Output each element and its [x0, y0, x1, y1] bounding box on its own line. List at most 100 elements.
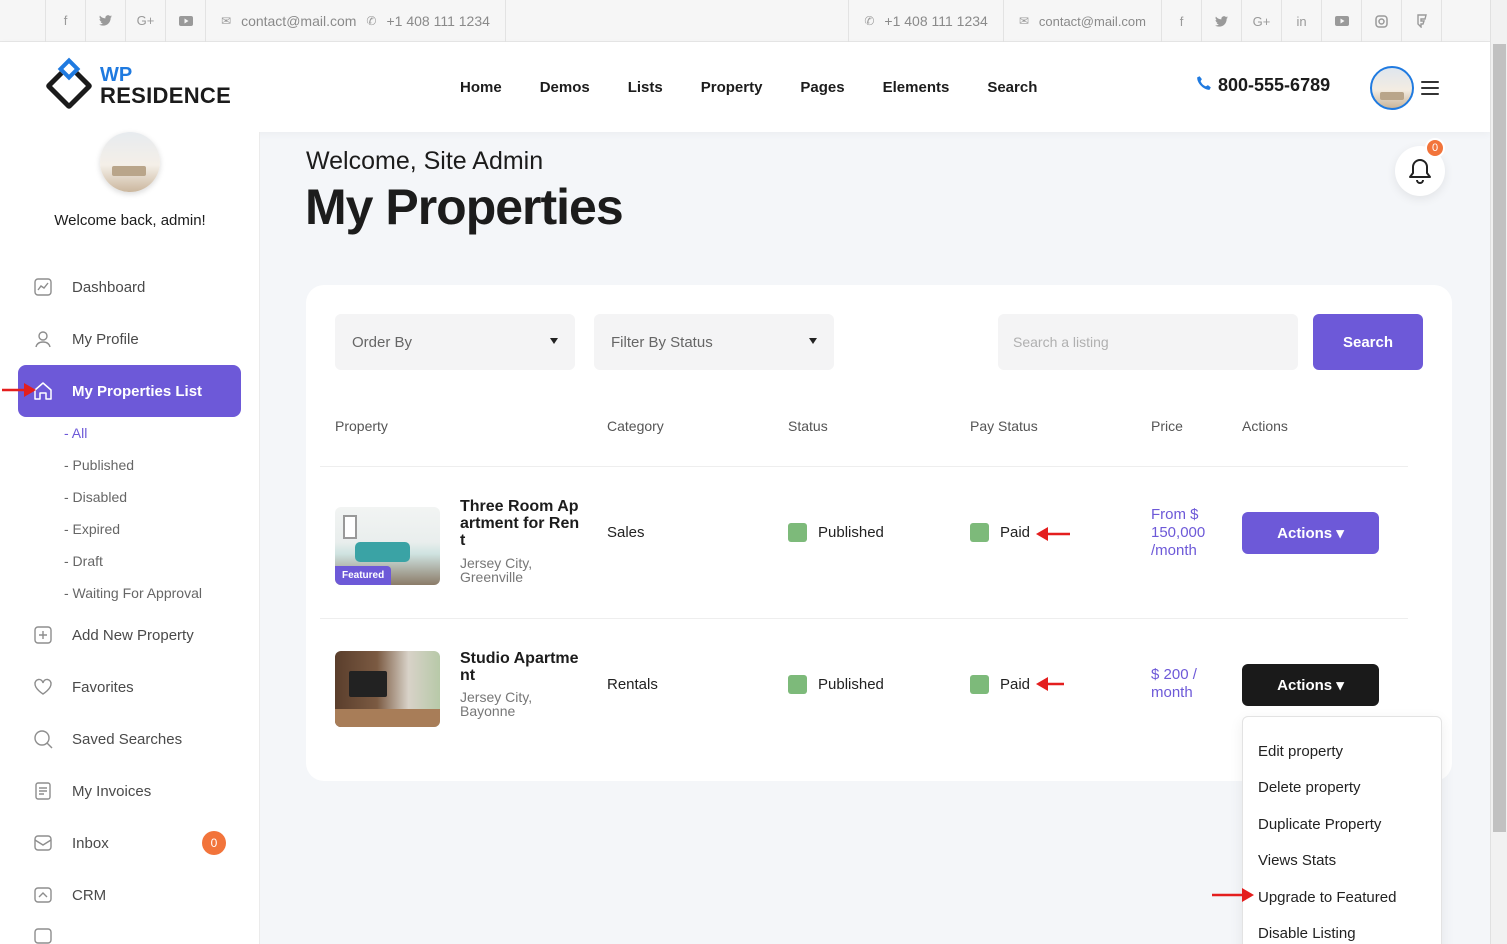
- nav-property[interactable]: Property: [682, 79, 782, 96]
- nav-search[interactable]: Search: [968, 79, 1056, 96]
- sidebar-item-partial[interactable]: [18, 921, 241, 944]
- site-header: WP RESIDENCE Home Demos Lists Property P…: [0, 42, 1490, 132]
- foursquare-icon[interactable]: [1402, 0, 1442, 42]
- search-button[interactable]: Search: [1313, 314, 1423, 370]
- col-pay-status: Pay Status: [970, 418, 1038, 434]
- sidebar-item-add-new-property[interactable]: Add New Property: [18, 609, 241, 661]
- nav-pages[interactable]: Pages: [781, 79, 863, 96]
- order-by-select[interactable]: Order By: [335, 314, 575, 370]
- heart-icon: [32, 676, 54, 698]
- status-label: Published: [818, 524, 884, 541]
- sidebar-item-label: My Profile: [72, 330, 139, 348]
- nav-home[interactable]: Home: [441, 79, 521, 96]
- property-thumbnail[interactable]: [335, 651, 440, 727]
- nav-elements[interactable]: Elements: [864, 79, 969, 96]
- google-plus-icon[interactable]: G+: [1242, 0, 1282, 42]
- sidebar-avatar: [100, 132, 160, 192]
- youtube-icon[interactable]: [1322, 0, 1362, 42]
- search-listing-input[interactable]: [998, 314, 1298, 370]
- facebook-icon[interactable]: f: [1162, 0, 1202, 42]
- twitter-icon[interactable]: [86, 0, 126, 42]
- col-property: Property: [335, 418, 388, 434]
- twitter-icon[interactable]: [1202, 0, 1242, 42]
- google-plus-icon[interactable]: G+: [126, 0, 166, 42]
- actions-button[interactable]: Actions ▾: [1242, 512, 1379, 554]
- phone-icon: [1196, 75, 1212, 96]
- submenu-published[interactable]: - Published: [64, 449, 241, 481]
- whatsapp-icon: ✆: [366, 13, 377, 28]
- scrollbar-thumb[interactable]: [1493, 44, 1506, 832]
- sidebar-item-crm[interactable]: CRM: [18, 869, 241, 921]
- property-title[interactable]: Three Room Apartment for Rent: [460, 498, 580, 549]
- submenu-expired[interactable]: - Expired: [64, 513, 241, 545]
- divider: [320, 618, 1408, 619]
- property-price: $ 200 / month: [1151, 666, 1197, 701]
- youtube-icon[interactable]: [166, 0, 206, 42]
- actions-button-open[interactable]: Actions ▾: [1242, 664, 1379, 706]
- sidebar-item-dashboard[interactable]: Dashboard: [18, 261, 241, 313]
- nav-demos[interactable]: Demos: [521, 79, 609, 96]
- property-location: Jersey City, Bayonne: [460, 689, 533, 719]
- property-price: From $ 150,000 /month: [1151, 506, 1206, 559]
- bell-icon: [1409, 159, 1431, 184]
- contact-email[interactable]: contact@mail.com: [241, 13, 356, 29]
- pay-status-indicator: [970, 675, 989, 694]
- crm-icon: [32, 884, 54, 906]
- submenu-draft[interactable]: - Draft: [64, 545, 241, 577]
- topbar-social-left: f G+ ✉ contact@mail.com ✆ +1 408 111 123…: [45, 0, 506, 42]
- nav-lists[interactable]: Lists: [609, 79, 682, 96]
- featured-badge: Featured: [335, 566, 392, 585]
- col-actions: Actions: [1242, 418, 1288, 434]
- menu-duplicate-property[interactable]: Duplicate Property: [1243, 806, 1441, 843]
- sidebar-item-my-properties-list[interactable]: My Properties List: [18, 365, 241, 417]
- submenu-disabled[interactable]: - Disabled: [64, 481, 241, 513]
- caret-down-icon: [550, 338, 558, 344]
- submenu-all[interactable]: - All: [64, 417, 241, 449]
- menu-disable-listing[interactable]: Disable Listing: [1243, 916, 1441, 944]
- sidebar-item-label: Inbox: [72, 834, 109, 852]
- sidebar-item-inbox[interactable]: Inbox 0: [18, 817, 241, 869]
- dashboard-icon: [32, 276, 54, 298]
- page-scrollbar[interactable]: [1490, 0, 1507, 944]
- menu-upgrade-featured[interactable]: Upgrade to Featured: [1243, 879, 1441, 916]
- linkedin-icon[interactable]: in: [1282, 0, 1322, 42]
- page-title: My Properties: [305, 179, 624, 235]
- status-indicator: [788, 675, 807, 694]
- sidebar-item-favorites[interactable]: Favorites: [18, 661, 241, 713]
- header-phone[interactable]: 800-555-6789: [1196, 75, 1330, 96]
- pay-status-indicator: [970, 523, 989, 542]
- pay-status: Paid: [970, 675, 1030, 694]
- contact-phone[interactable]: +1 408 111 1234: [386, 13, 489, 29]
- submenu-waiting-approval[interactable]: - Waiting For Approval: [64, 577, 241, 609]
- instagram-icon[interactable]: [1362, 0, 1402, 42]
- facebook-icon[interactable]: f: [46, 0, 86, 42]
- sidebar-item-saved-searches[interactable]: Saved Searches: [18, 713, 241, 765]
- col-status: Status: [788, 418, 828, 434]
- contact-phone-right[interactable]: +1 408 111 1234: [884, 13, 987, 29]
- property-title[interactable]: Studio Apartment: [460, 650, 580, 684]
- sidebar-item-my-invoices[interactable]: My Invoices: [18, 765, 241, 817]
- user-avatar[interactable]: [1370, 66, 1414, 110]
- logo[interactable]: WP RESIDENCE: [44, 57, 231, 111]
- top-bar: f G+ ✉ contact@mail.com ✆ +1 408 111 123…: [0, 0, 1490, 42]
- sidebar-item-my-profile[interactable]: My Profile: [18, 313, 241, 365]
- sidebar-item-label: Saved Searches: [72, 730, 183, 748]
- property-thumbnail[interactable]: Featured: [335, 507, 440, 585]
- topbar-social-right: ✆ +1 408 111 1234 ✉ contact@mail.com f G…: [848, 0, 1442, 42]
- menu-delete-property[interactable]: Delete property: [1243, 770, 1441, 807]
- inbox-count-badge: 0: [202, 831, 226, 855]
- menu-views-stats[interactable]: Views Stats: [1243, 843, 1441, 880]
- annotation-arrow: [1212, 888, 1254, 902]
- filter-status-select[interactable]: Filter By Status: [594, 314, 834, 370]
- pay-status-label: Paid: [1000, 524, 1031, 541]
- contact-email-right[interactable]: contact@mail.com: [1039, 14, 1146, 29]
- dashboard-sidebar: Welcome back, admin! Dashboard My Profil…: [0, 132, 260, 944]
- hamburger-menu-icon[interactable]: [1421, 81, 1439, 95]
- menu-edit-property[interactable]: Edit property: [1243, 733, 1441, 770]
- main-nav: Home Demos Lists Property Pages Elements…: [441, 42, 1056, 132]
- plus-square-icon: [32, 624, 54, 646]
- status-published: Published: [788, 523, 884, 542]
- user-icon: [32, 328, 54, 350]
- status-published: Published: [788, 675, 884, 694]
- topbar-email-right: ✉ contact@mail.com: [1004, 0, 1162, 42]
